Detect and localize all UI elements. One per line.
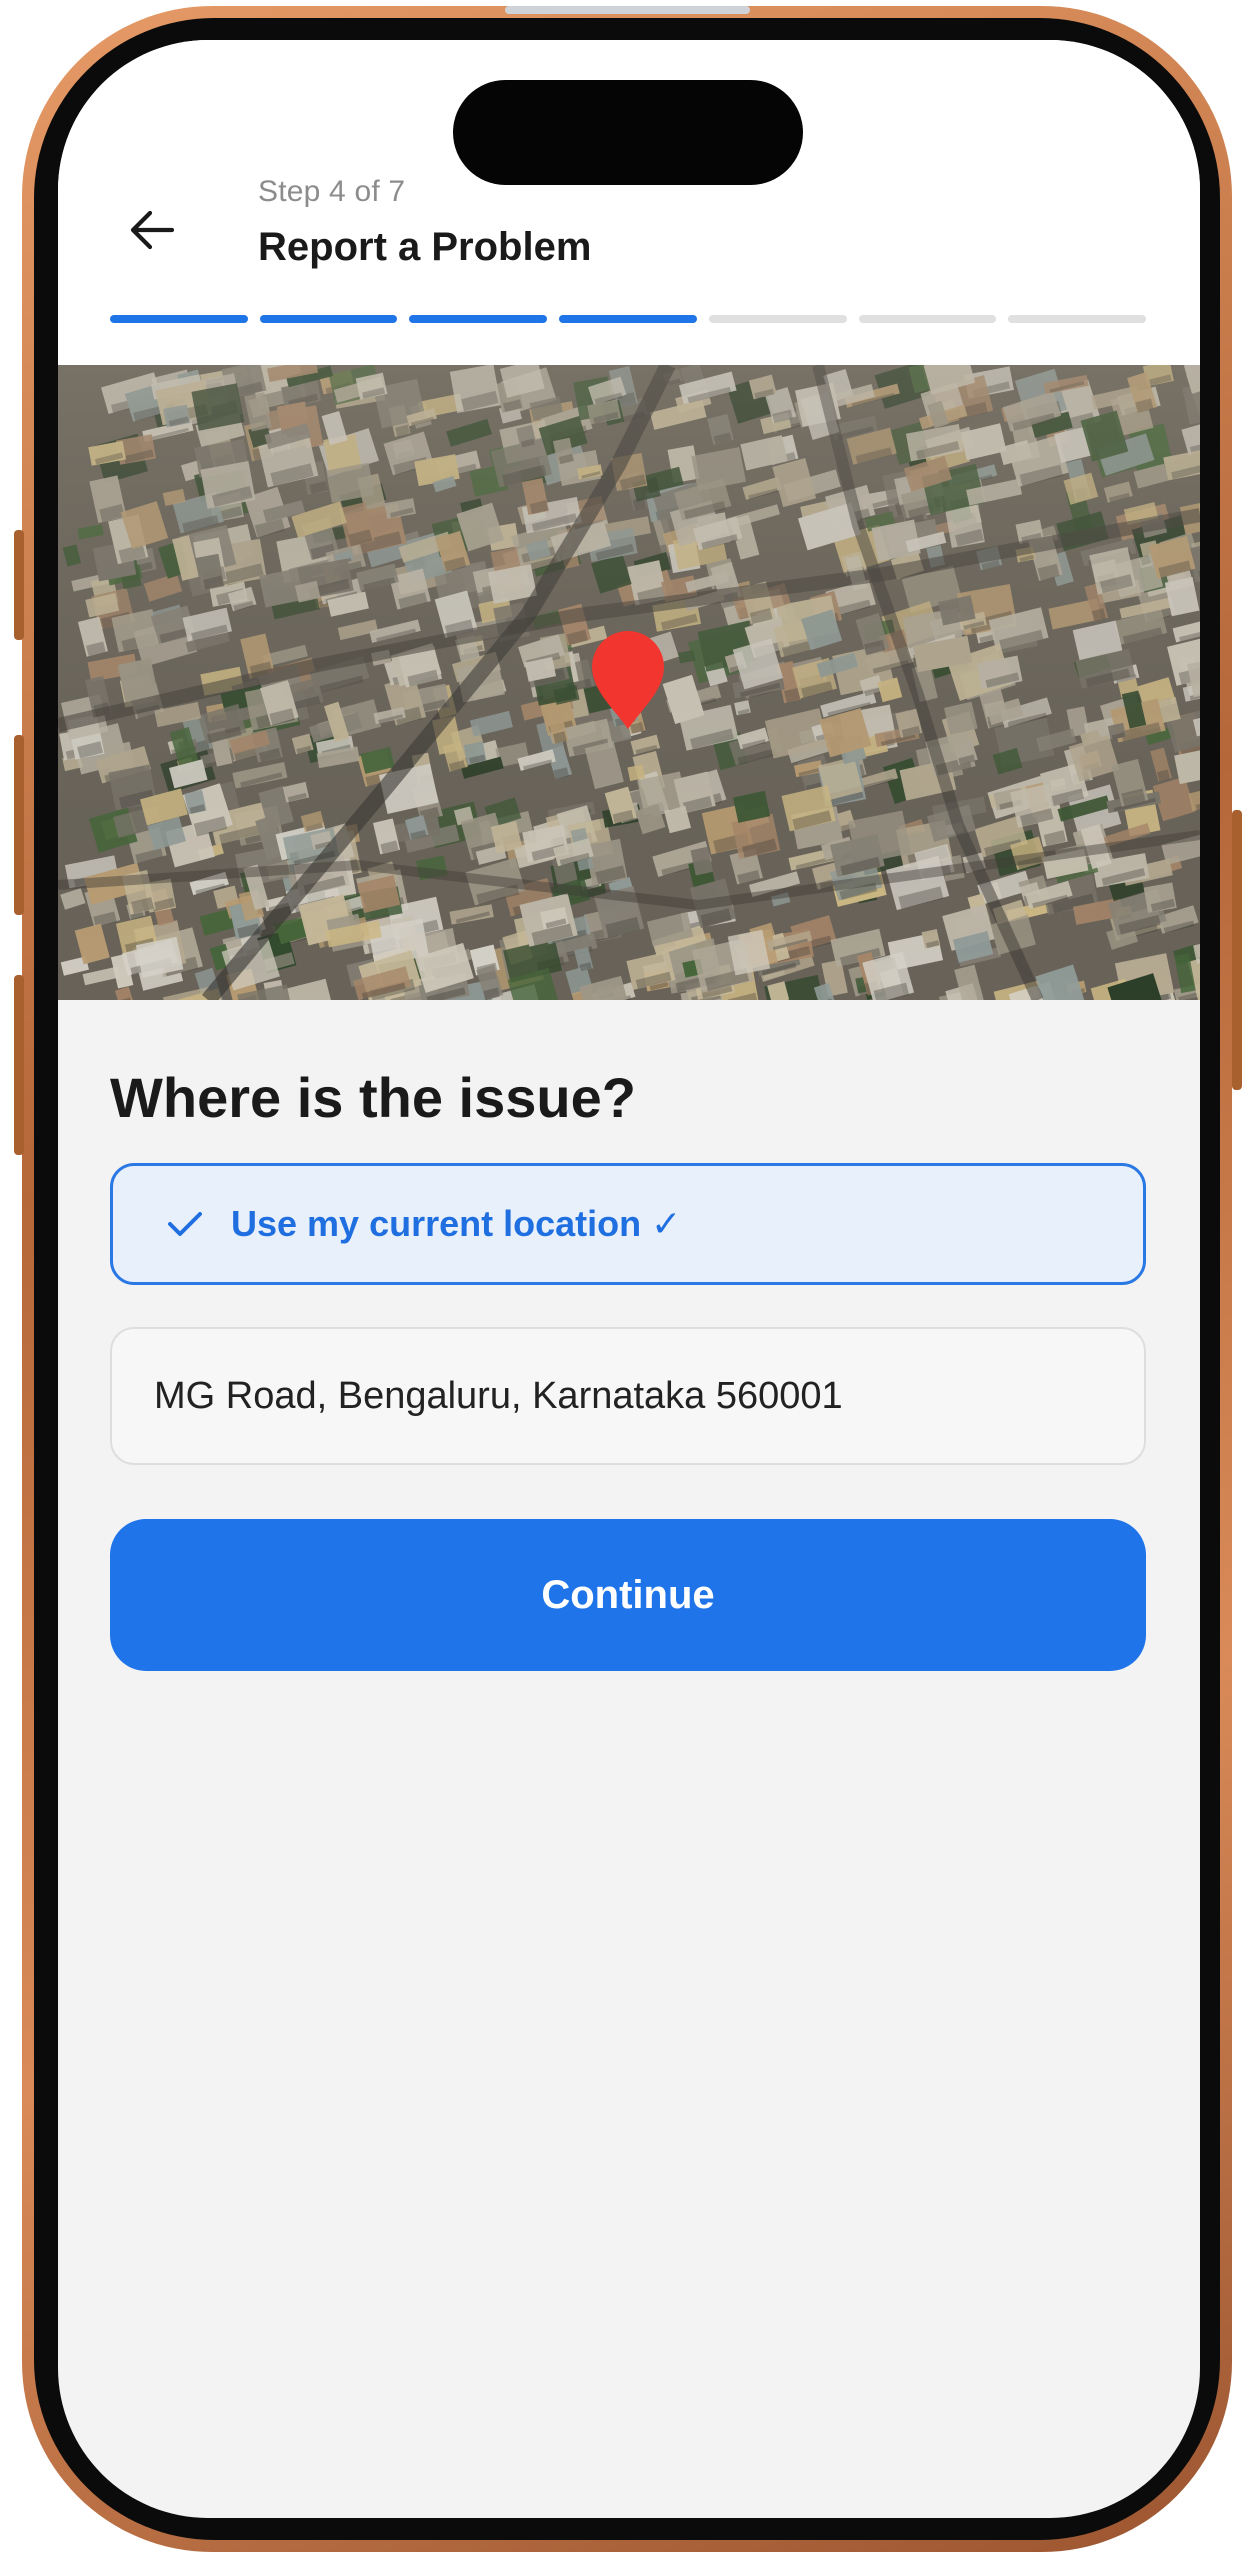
progress-segment (259, 315, 398, 323)
volume-down-button (14, 975, 24, 1155)
progress-segment (1008, 315, 1147, 323)
continue-button[interactable]: Continue (110, 1519, 1146, 1671)
progress-segment (708, 315, 847, 323)
page-title: Report a Problem (258, 225, 592, 269)
top-bar: Step 4 of 7 Report a Problem (58, 40, 1200, 365)
dynamic-island (453, 80, 803, 185)
current-location-label: Use my current location ✓ (231, 1203, 682, 1244)
speaker-grille (505, 6, 750, 14)
check-icon (155, 1194, 215, 1254)
phone-mockup: Step 4 of 7 Report a Problem Where is th… (0, 0, 1257, 2560)
location-map-image (58, 365, 1200, 1000)
action-button (14, 530, 24, 640)
location-question: Where is the issue? (110, 1066, 636, 1129)
use-current-location-option[interactable]: Use my current location ✓ (110, 1163, 1146, 1285)
address-input[interactable] (110, 1327, 1146, 1465)
power-button (1232, 810, 1242, 1090)
back-button[interactable] (120, 198, 184, 262)
step-progress-bar (110, 315, 1147, 323)
volume-up-button (14, 735, 24, 915)
app-screen: Step 4 of 7 Report a Problem Where is th… (58, 40, 1200, 2518)
step-indicator: Step 4 of 7 (258, 175, 406, 208)
progress-segment (409, 315, 548, 323)
progress-segment (110, 315, 248, 323)
progress-segment (559, 315, 697, 323)
arrow-left-icon (130, 210, 174, 250)
progress-segment (858, 315, 997, 323)
